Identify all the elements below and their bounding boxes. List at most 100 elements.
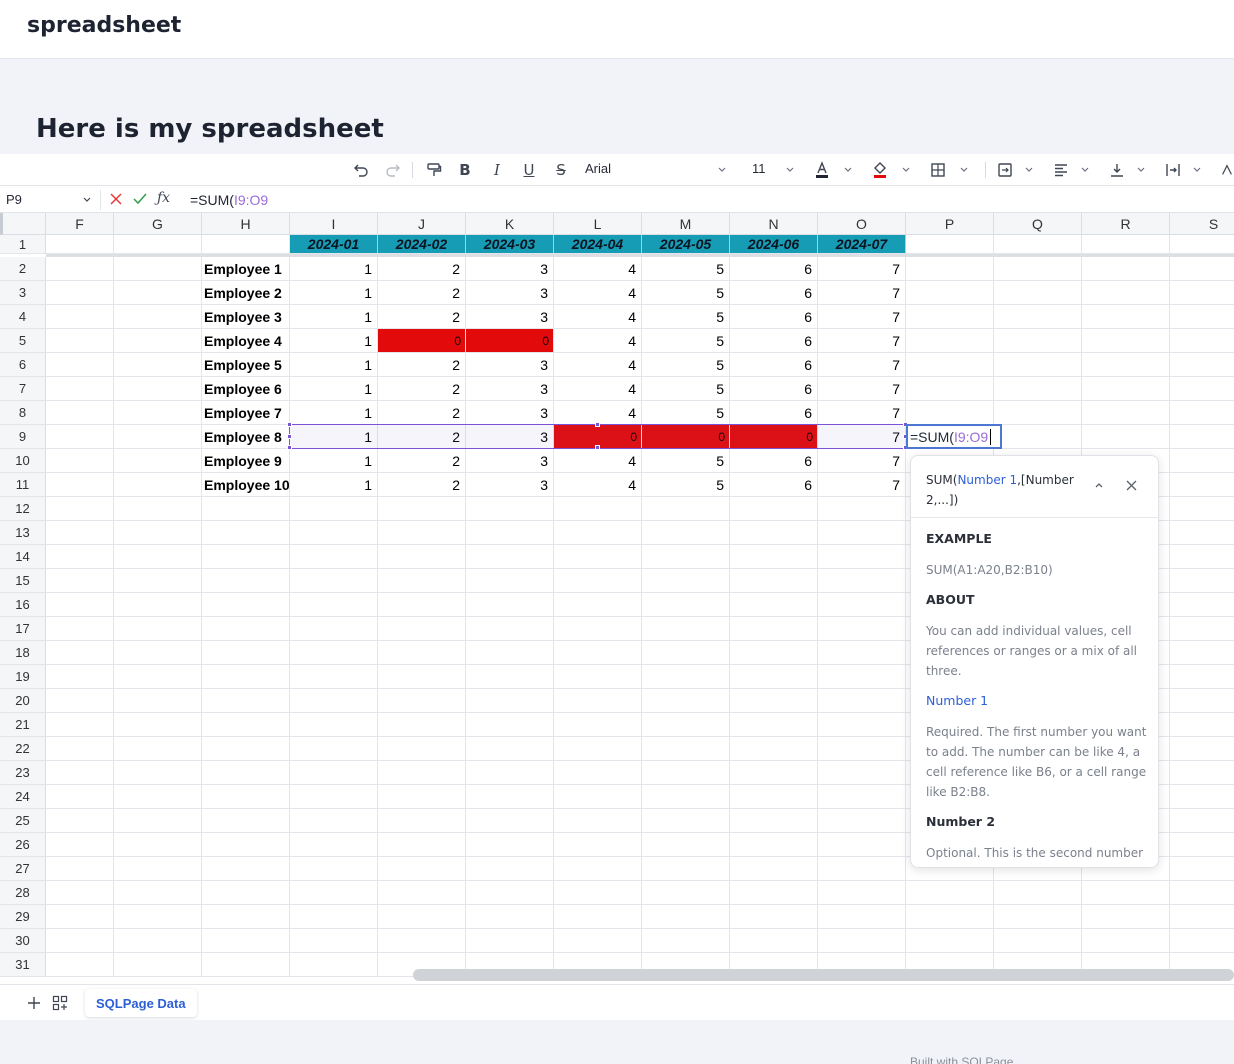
grid-cell[interactable]: [46, 473, 114, 497]
grid-cell[interactable]: [642, 521, 730, 545]
grid-cell[interactable]: [1082, 235, 1170, 254]
grid-cell[interactable]: [466, 593, 554, 617]
grid-cell[interactable]: [554, 569, 642, 593]
grid-cell[interactable]: [114, 449, 202, 473]
grid-cell[interactable]: [46, 737, 114, 761]
grid-cell[interactable]: [642, 689, 730, 713]
column-header[interactable]: I: [290, 213, 378, 235]
grid-cell[interactable]: [1170, 377, 1234, 401]
grid-cell[interactable]: [642, 593, 730, 617]
text-color-button[interactable]: [813, 159, 831, 181]
grid-cell[interactable]: [554, 497, 642, 521]
grid-cell[interactable]: [114, 497, 202, 521]
grid-cell[interactable]: [818, 521, 906, 545]
grid-cell[interactable]: [818, 593, 906, 617]
grid-cell[interactable]: [1170, 857, 1234, 881]
grid-cell[interactable]: [290, 689, 378, 713]
grid-cell[interactable]: [114, 521, 202, 545]
grid-cell[interactable]: [114, 545, 202, 569]
grid-cell[interactable]: [46, 353, 114, 377]
grid-cell[interactable]: [818, 689, 906, 713]
brand-title[interactable]: spreadsheet: [27, 13, 181, 38]
grid-cell[interactable]: [818, 881, 906, 905]
grid-cell[interactable]: [1170, 713, 1234, 737]
grid-cell[interactable]: [642, 881, 730, 905]
grid-cell[interactable]: [46, 905, 114, 929]
grid-cell[interactable]: [46, 281, 114, 305]
grid-cell[interactable]: [202, 905, 290, 929]
grid-cell[interactable]: [466, 785, 554, 809]
grid-cell[interactable]: [1082, 281, 1170, 305]
value-cell[interactable]: 6: [730, 401, 818, 425]
redo-button[interactable]: [384, 159, 402, 181]
grid-cell[interactable]: [818, 569, 906, 593]
grid-cell[interactable]: [994, 929, 1082, 953]
grid-cell[interactable]: [466, 857, 554, 881]
value-cell[interactable]: 1: [290, 305, 378, 329]
grid-cell[interactable]: [1170, 833, 1234, 857]
row-header[interactable]: 26: [0, 833, 46, 857]
grid-cell[interactable]: [818, 545, 906, 569]
value-cell[interactable]: 6: [730, 449, 818, 473]
grid-cell[interactable]: [378, 761, 466, 785]
grid-cell[interactable]: [1170, 809, 1234, 833]
grid-cell[interactable]: [730, 665, 818, 689]
grid-cell[interactable]: [290, 833, 378, 857]
grid-cell[interactable]: [554, 881, 642, 905]
grid-cell[interactable]: [202, 545, 290, 569]
sheet-list-button[interactable]: [52, 993, 68, 1011]
grid-cell[interactable]: [554, 809, 642, 833]
value-cell[interactable]: 7: [818, 281, 906, 305]
grid-cell[interactable]: [114, 377, 202, 401]
row-header[interactable]: 29: [0, 905, 46, 929]
grid-cell[interactable]: [290, 785, 378, 809]
grid-cell[interactable]: [46, 953, 114, 977]
grid-cell[interactable]: [46, 617, 114, 641]
value-cell[interactable]: 2: [378, 473, 466, 497]
grid-cell[interactable]: [1170, 401, 1234, 425]
grid-cell[interactable]: [994, 235, 1082, 254]
grid-cell[interactable]: [1170, 545, 1234, 569]
add-sheet-button[interactable]: [27, 993, 41, 1010]
grid-cell[interactable]: [114, 257, 202, 281]
value-cell[interactable]: 1: [290, 257, 378, 281]
grid-cell[interactable]: [114, 641, 202, 665]
grid-cell[interactable]: [730, 809, 818, 833]
grid-cell[interactable]: [202, 617, 290, 641]
grid-cell[interactable]: [202, 761, 290, 785]
grid-cell[interactable]: [1170, 235, 1234, 254]
row-header[interactable]: 1: [0, 235, 46, 254]
grid-cell[interactable]: [290, 593, 378, 617]
grid-cell[interactable]: [46, 449, 114, 473]
confirm-icon[interactable]: [133, 193, 147, 205]
grid-cell[interactable]: [554, 689, 642, 713]
row-header[interactable]: 3: [0, 281, 46, 305]
grid-cell[interactable]: [554, 665, 642, 689]
employee-name-cell[interactable]: Employee 5: [202, 353, 290, 377]
grid-cell[interactable]: [378, 785, 466, 809]
grid-cell[interactable]: [114, 235, 202, 254]
value-cell[interactable]: 5: [642, 401, 730, 425]
grid-cell[interactable]: [1082, 905, 1170, 929]
grid-cell[interactable]: [46, 665, 114, 689]
grid-cell[interactable]: [730, 545, 818, 569]
grid-cell[interactable]: [46, 881, 114, 905]
italic-button[interactable]: I: [488, 159, 506, 181]
grid-cell[interactable]: [1170, 761, 1234, 785]
range-resize-handle[interactable]: [595, 422, 600, 427]
employee-name-cell[interactable]: Employee 10: [202, 473, 290, 497]
grid-cell[interactable]: [818, 761, 906, 785]
grid-cell[interactable]: [1170, 281, 1234, 305]
column-header[interactable]: S: [1170, 213, 1234, 235]
value-cell[interactable]: 6: [730, 353, 818, 377]
grid-cell[interactable]: [906, 401, 994, 425]
column-header[interactable]: F: [46, 213, 114, 235]
grid-cell[interactable]: [378, 905, 466, 929]
month-header-cell[interactable]: 2024-06: [730, 235, 818, 254]
grid-cell[interactable]: [906, 305, 994, 329]
underline-button[interactable]: U: [520, 159, 538, 181]
row-header[interactable]: 15: [0, 569, 46, 593]
grid-cell[interactable]: [46, 689, 114, 713]
grid-cell[interactable]: [818, 641, 906, 665]
grid-cell[interactable]: [202, 785, 290, 809]
